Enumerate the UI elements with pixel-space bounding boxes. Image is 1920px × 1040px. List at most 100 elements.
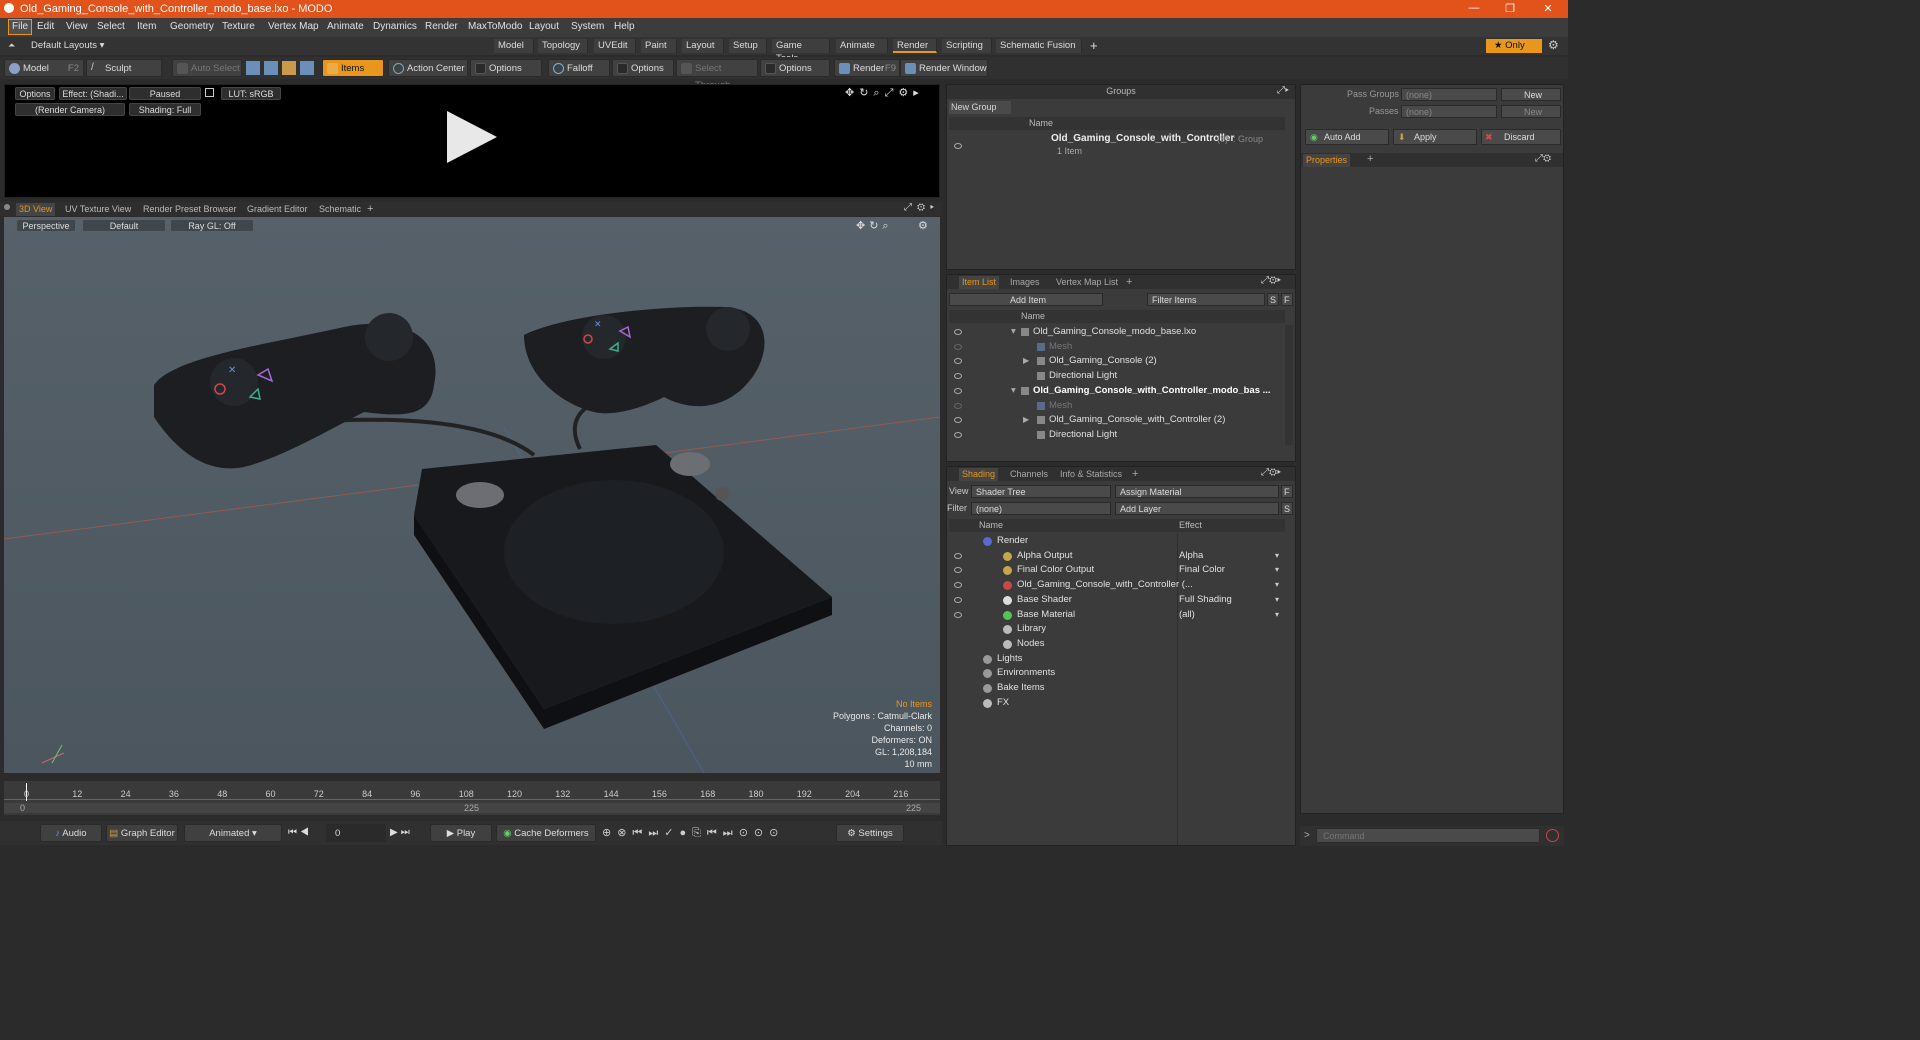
- paused-button[interactable]: Paused: [129, 87, 201, 100]
- passes-dropdown[interactable]: (none): [1401, 105, 1497, 118]
- shader-tree-row[interactable]: Library: [949, 622, 1285, 636]
- menu-animate[interactable]: Animate: [327, 21, 364, 32]
- play-button[interactable]: ▶ Play: [430, 824, 492, 842]
- audio-button[interactable]: ♪ Audio: [40, 824, 102, 842]
- new-pass-button[interactable]: New: [1501, 105, 1561, 118]
- list-item[interactable]: Directional Light: [949, 428, 1285, 442]
- shading-f-toggle[interactable]: F: [1281, 485, 1293, 498]
- assign-material-button[interactable]: Assign Material: [1115, 485, 1279, 498]
- menu-system[interactable]: System: [571, 21, 604, 32]
- restore-button[interactable]: ❐: [1492, 2, 1528, 15]
- list-item[interactable]: Directional Light: [949, 369, 1285, 383]
- lut-dropdown[interactable]: LUT: sRGB: [221, 87, 281, 100]
- model-mode-button[interactable]: Model F2: [4, 59, 84, 77]
- frame-input[interactable]: 0: [326, 824, 386, 842]
- tab-animate[interactable]: Animate: [836, 39, 888, 53]
- menu-texture[interactable]: Texture: [222, 21, 255, 32]
- tab-vertex-map-list[interactable]: Vertex Map List: [1053, 276, 1121, 289]
- gear-icon[interactable]: ⚙: [1548, 38, 1559, 52]
- tab-render-preset-browser[interactable]: Render Preset Browser: [140, 203, 240, 216]
- select-options-button[interactable]: Options: [760, 59, 830, 77]
- tab-render[interactable]: Render: [893, 39, 937, 53]
- cache-deformers-button[interactable]: ◉ Cache Deformers: [496, 824, 596, 842]
- tab-paint[interactable]: Paint: [641, 39, 677, 53]
- only-toggle[interactable]: ★ Only: [1486, 39, 1542, 53]
- eye-icon[interactable]: [954, 552, 962, 559]
- eye-icon[interactable]: [954, 143, 962, 149]
- render-camera-dropdown[interactable]: (Render Camera): [15, 103, 125, 116]
- new-pass-group-button[interactable]: New: [1501, 88, 1561, 101]
- polygons-mode-icon[interactable]: [282, 61, 296, 75]
- filter-items-input[interactable]: Filter Items: [1147, 293, 1265, 306]
- play-icon[interactable]: [445, 109, 499, 165]
- effect-dropdown-arrow-icon[interactable]: ▾: [1275, 578, 1279, 592]
- tab-3d-view[interactable]: 3D View: [16, 203, 56, 216]
- shading-filter-dropdown[interactable]: (none): [971, 502, 1111, 515]
- tab-game-tools[interactable]: Game Tools: [772, 39, 830, 64]
- eye-icon[interactable]: [954, 611, 962, 618]
- tab-schematic-fusion[interactable]: Schematic Fusion: [996, 39, 1082, 53]
- tab-setup[interactable]: Setup: [729, 39, 767, 53]
- item-list-scrollbar[interactable]: [1285, 325, 1293, 445]
- select-through-button[interactable]: Select Through: [676, 59, 758, 91]
- eye-icon[interactable]: [954, 402, 962, 409]
- menu-help[interactable]: Help: [614, 21, 635, 32]
- menu-maxtomodo[interactable]: MaxToModo: [468, 21, 522, 32]
- render-button[interactable]: Render F9: [834, 59, 900, 77]
- sculpt-mode-button[interactable]: / Sculpt: [86, 59, 162, 77]
- add-tab-button[interactable]: +: [1129, 468, 1141, 481]
- 3d-viewport[interactable]: Perspective Default Ray GL: Off ✥↻⌕ ⚙ ✕ …: [4, 217, 940, 773]
- expand-arrow-icon[interactable]: ▾: [1011, 325, 1016, 339]
- shader-tree-row[interactable]: Base Material (all) ▾: [949, 608, 1285, 622]
- shader-tree-row[interactable]: Alpha Output Alpha ▾: [949, 549, 1285, 563]
- menu-dynamics[interactable]: Dynamics: [373, 21, 417, 32]
- action-center-button[interactable]: Action Center: [388, 59, 468, 77]
- graph-editor-button[interactable]: ▤ Graph Editor: [106, 824, 178, 842]
- shader-tree-row[interactable]: Nodes: [949, 637, 1285, 651]
- edges-mode-icon[interactable]: [264, 61, 278, 75]
- shader-tree-row[interactable]: Old_Gaming_Console_with_Controller (... ▾: [949, 578, 1285, 592]
- menu-file[interactable]: File: [8, 19, 33, 35]
- prev-key-icons[interactable]: ⏮◀: [288, 827, 312, 838]
- list-item[interactable]: Mesh: [949, 399, 1285, 413]
- falloff-options-button[interactable]: Options: [612, 59, 674, 77]
- tab-scripting[interactable]: Scripting: [942, 39, 992, 53]
- effect-dropdown-arrow-icon[interactable]: ▾: [1275, 608, 1279, 622]
- tab-topology[interactable]: Topology: [538, 39, 588, 53]
- menu-edit[interactable]: Edit: [37, 21, 54, 32]
- add-tab-button[interactable]: +: [1123, 276, 1135, 289]
- shader-effect-value[interactable]: (all): [1179, 608, 1195, 622]
- expand-arrow-icon[interactable]: ▾: [1011, 384, 1016, 398]
- eye-icon[interactable]: [954, 582, 962, 589]
- eye-icon[interactable]: [954, 329, 962, 335]
- layout-menu-icon[interactable]: ⏶: [8, 40, 15, 51]
- tab-info-statistics[interactable]: Info & Statistics: [1057, 468, 1125, 481]
- auto-select-button[interactable]: Auto Select: [172, 59, 242, 77]
- list-item[interactable]: ▾ Old_Gaming_Console_with_Controller_modo…: [949, 384, 1285, 398]
- effect-dropdown-arrow-icon[interactable]: ▾: [1275, 593, 1279, 607]
- tab-model[interactable]: Model: [494, 39, 534, 53]
- tab-uvedit[interactable]: UVEdit: [594, 39, 636, 53]
- command-record-icon[interactable]: [1546, 829, 1559, 842]
- default-layouts-dropdown[interactable]: Default Layouts ▾: [31, 40, 104, 51]
- discard-button[interactable]: Discard: [1481, 129, 1561, 145]
- render-window-button[interactable]: Render Window: [900, 59, 988, 77]
- next-key-icons[interactable]: ▶⏭: [390, 827, 413, 838]
- eye-icon[interactable]: [954, 596, 962, 603]
- list-item[interactable]: ▶ Old_Gaming_Console_with_Controller (2): [949, 413, 1285, 427]
- shader-tree-row[interactable]: Environments: [949, 666, 1285, 680]
- shader-effect-value[interactable]: Alpha: [1179, 549, 1203, 563]
- timeline[interactable]: 0 12 24 36 48 60 72 84 96 108 120 132 144 156 168 180 19…: [4, 781, 940, 815]
- shading-s-toggle[interactable]: S: [1281, 502, 1293, 515]
- shader-tree-row[interactable]: FX: [949, 696, 1285, 710]
- properties-panel-icons[interactable]: ⤢⚙: [1535, 153, 1551, 164]
- eye-icon[interactable]: [954, 343, 962, 350]
- minimize-button[interactable]: —: [1456, 2, 1492, 14]
- collapse-arrow-icon[interactable]: ▶: [1023, 413, 1029, 427]
- close-button[interactable]: ✕: [1530, 2, 1566, 15]
- tab-layout[interactable]: Layout: [682, 39, 724, 53]
- effect-dropdown-arrow-icon[interactable]: ▾: [1275, 563, 1279, 577]
- effect-dropdown[interactable]: Effect: (Shadi...: [59, 87, 127, 100]
- shader-tree-row[interactable]: Render: [949, 534, 1285, 548]
- apply-button[interactable]: Apply: [1393, 129, 1477, 145]
